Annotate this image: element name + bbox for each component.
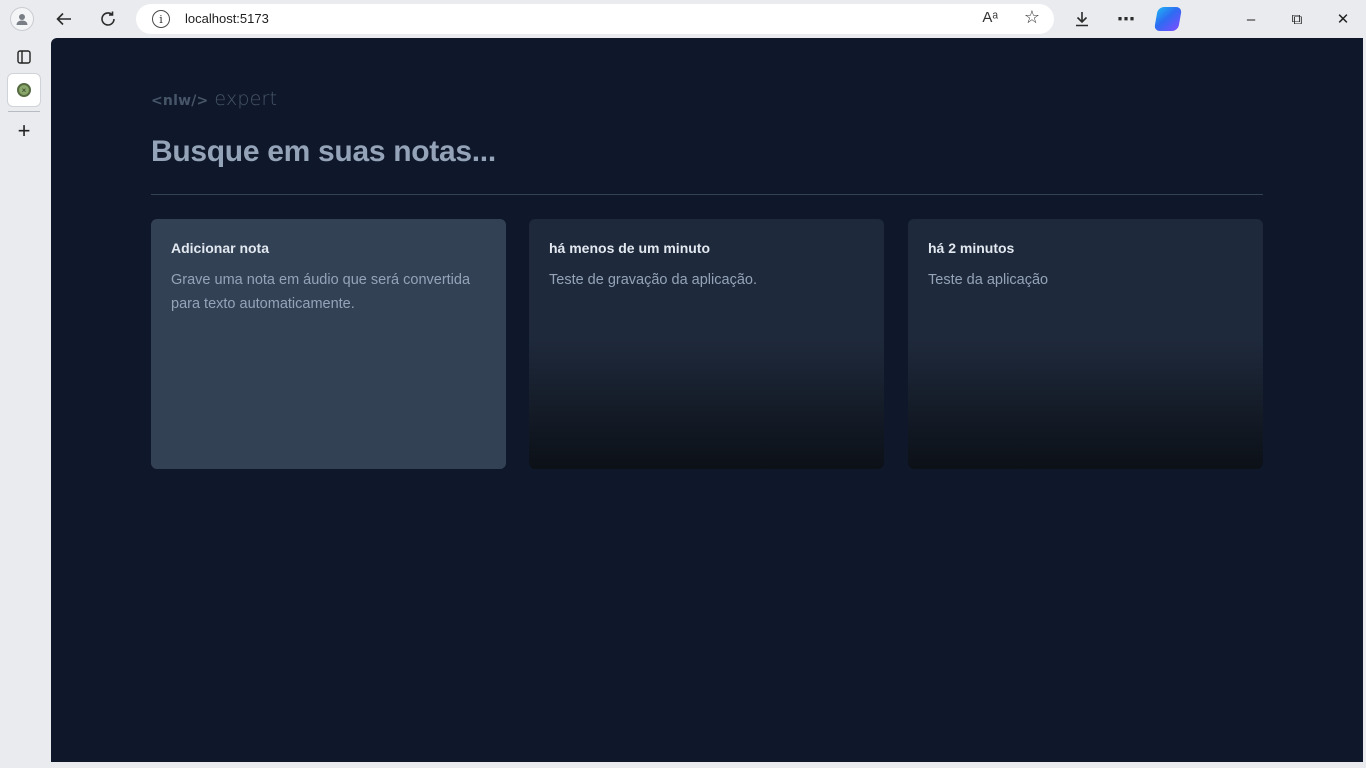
note-date: há 2 minutos [928,240,1015,256]
divider [151,194,1263,195]
web-content: <nlw/> expert Adicionar nota Grave uma n… [51,38,1363,762]
back-arrow-icon [56,12,71,26]
note-content: Teste da aplicação [928,272,1049,288]
tab-actions-icon [17,50,31,64]
note-date: há menos de um minuto [549,240,711,256]
new-tab-button[interactable]: + [8,115,40,147]
address-url[interactable]: localhost:5173 [185,11,269,26]
logo-word: expert [214,88,278,110]
downloads-button[interactable] [1067,4,1097,34]
copilot-button[interactable] [1153,4,1183,34]
download-icon [1076,12,1088,27]
read-aloud-icon[interactable]: Aᵃ [982,9,998,26]
tab-actions-button[interactable] [8,41,40,73]
add-note-description: Grave uma nota em áudio que será convert… [171,272,471,312]
logo-tag: <nlw/> [151,93,209,109]
browser-toolbar: i localhost:5173 Aᵃ ☆ ⋯ – ⧉ ✕ [0,0,1366,38]
restore-button[interactable]: ⧉ [1274,4,1320,34]
plus-icon: + [17,118,31,143]
window-bottom-edge [0,762,1366,768]
note-card[interactable]: há 2 minutos Teste da aplicação [908,219,1263,469]
profile-button[interactable] [7,4,37,34]
vertical-tabs-sidebar: × + [0,38,50,768]
address-bar[interactable]: i localhost:5173 Aᵃ ☆ [136,4,1054,34]
note-content: Teste de gravação da aplicação. [549,272,757,288]
back-button[interactable] [49,4,79,34]
reload-icon [101,11,115,26]
note-fade-overlay [529,339,884,469]
reload-button[interactable] [93,4,123,34]
close-button[interactable]: ✕ [1320,4,1366,34]
tab-localhost[interactable]: × [8,74,40,106]
star-icon[interactable]: ☆ [1024,7,1040,28]
more-icon[interactable]: ⋯ [1111,4,1141,34]
minimize-button[interactable]: – [1228,4,1274,34]
site-favicon-icon: × [17,83,31,97]
profile-icon [10,7,34,31]
note-card[interactable]: há menos de um minuto Teste de gravação … [529,219,884,469]
search-input[interactable] [151,132,1263,172]
note-fade-overlay [908,339,1263,469]
copilot-icon [1153,7,1183,31]
info-icon[interactable]: i [152,10,170,28]
sidebar-divider [8,111,40,112]
nlw-expert-logo: <nlw/> expert [151,88,277,110]
add-note-card[interactable]: Adicionar nota Grave uma nota em áudio q… [151,219,506,469]
add-note-title: Adicionar nota [171,240,270,256]
